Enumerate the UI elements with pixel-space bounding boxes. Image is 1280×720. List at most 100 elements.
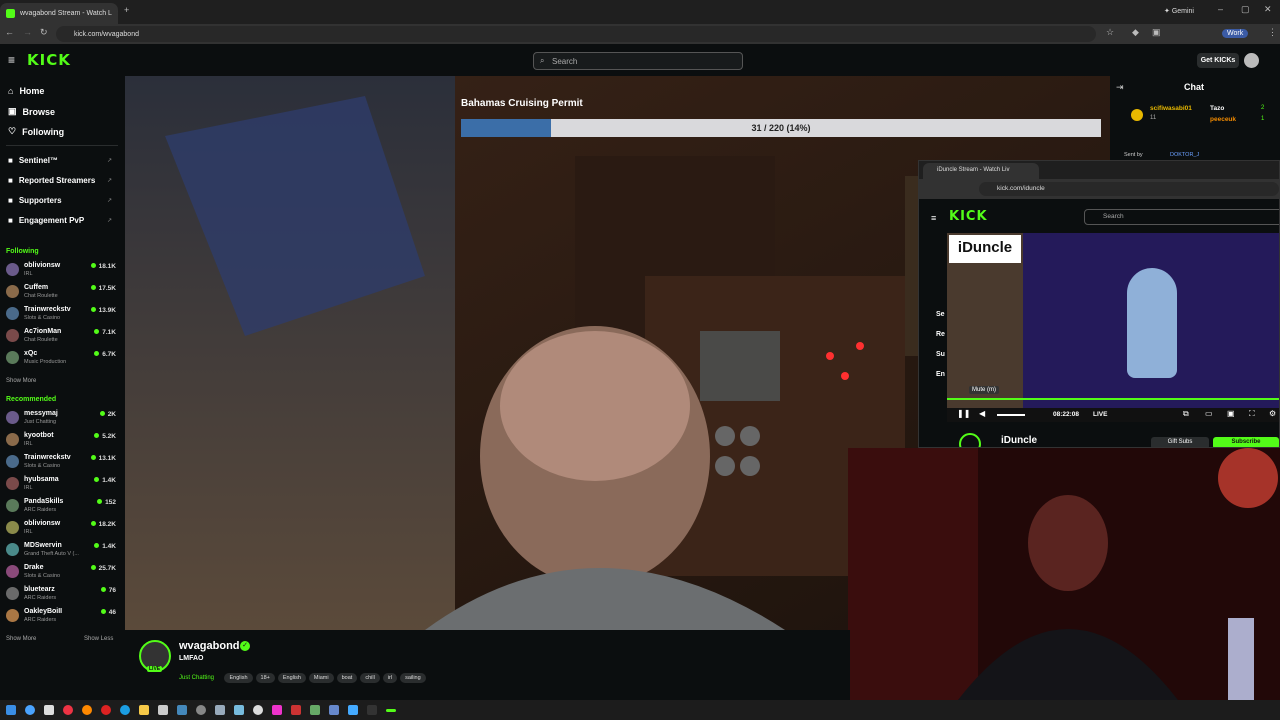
channel-list-item[interactable]: messymaj Just Chatting 2K [6,408,118,428]
clip-icon[interactable]: ⧉ [1183,409,1189,419]
inner-sidebar-item[interactable]: Se [936,311,945,318]
show-more-button[interactable]: Show More [6,636,36,642]
inner-search-input[interactable]: Search [1084,209,1279,225]
pause-icon[interactable]: ❚❚ [957,409,970,418]
theater-icon[interactable]: ▭ [1205,409,1213,418]
stream-tag[interactable]: English [277,673,306,683]
reload-icon[interactable]: ↻ [40,27,48,38]
maximize-icon[interactable]: ▢ [1241,4,1250,15]
inner-kick-logo[interactable]: KICK [949,209,988,224]
firefox-icon[interactable] [82,705,92,715]
new-tab-button[interactable]: + [124,5,129,15]
sidebar-item-supporters[interactable]: ■ Supporters [8,196,62,205]
channel-list-item[interactable]: oblivionsw IRL 18.1K [6,260,118,280]
channel-name[interactable]: wvagabond [179,640,240,652]
app-icon[interactable] [367,705,377,715]
channel-list-item[interactable]: Ac7ionMan Chat Roulette 7.1K [6,326,118,346]
app-icon[interactable] [329,705,339,715]
stream-tag[interactable]: sailing [400,673,426,683]
windows-start-icon[interactable] [6,705,16,715]
stream-tag[interactable]: chill [360,673,380,683]
inner-omnibox[interactable]: kick.com/iduncle [979,182,1279,196]
channel-list-item[interactable]: hyubsama IRL 1.4K [6,474,118,494]
sidebar-item-sentinel[interactable]: ■ Sentinel™ [8,156,58,165]
inner-sidebar-item[interactable]: En [936,371,945,378]
minimize-icon[interactable]: – [1218,4,1223,14]
channel-list-item[interactable]: Trainwreckstv Slots & Casino 13.1K [6,452,118,472]
stream-tag[interactable]: English [224,673,253,683]
opera-icon[interactable] [101,705,111,715]
inner-channel-name[interactable]: iDuncle [1001,435,1037,446]
notepad-icon[interactable] [158,705,168,715]
terminal-icon[interactable] [177,705,187,715]
inner-tab[interactable]: iDuncle Stream - Watch Liv [923,163,1039,179]
pip-icon[interactable]: ▣ [1227,409,1235,418]
settings-app-icon[interactable] [215,705,225,715]
inner-sidebar-item[interactable]: Re [936,331,945,338]
inner-progress-bar[interactable] [947,398,1279,400]
task-view-icon[interactable] [44,705,54,715]
sidebar-item-home[interactable]: ⌂ Home [8,86,44,96]
volume-slider[interactable] [997,414,1025,416]
kick-logo[interactable]: KICK [27,51,71,69]
clock-app-icon[interactable] [196,705,206,715]
back-icon[interactable]: ← [5,27,14,37]
kick-app-icon[interactable] [386,708,396,712]
app-icon[interactable] [291,705,301,715]
sidebar-item-following[interactable]: ♡ Following [8,126,64,137]
extension-icon[interactable]: ◆ [1132,27,1139,38]
gift-subs-button[interactable]: Gift Subs [1151,437,1209,447]
volume-icon[interactable]: ◀ [979,409,985,418]
stream-tag[interactable]: 18+ [255,673,275,683]
stream-tag[interactable]: irl [382,673,398,683]
edge-icon[interactable] [25,705,35,715]
search-input[interactable]: ⌕ Search [533,52,743,70]
gemini-button[interactable]: ✦ Gemini [1164,7,1194,15]
avatar[interactable] [1244,53,1259,68]
sidebar-item-browse[interactable]: ▣ Browse [8,106,55,117]
omnibox[interactable]: kick.com/wvagabond [56,26,1096,42]
chrome-icon[interactable] [63,705,73,715]
file-explorer-icon[interactable] [139,705,149,715]
app-icon[interactable] [348,705,358,715]
channel-list-item[interactable]: oblivionsw IRL 18.2K [6,518,118,538]
channel-list-item[interactable]: kyootbot IRL 5.2K [6,430,118,450]
channel-list-item[interactable]: MDSwervin Grand Theft Auto V (... 1.4K [6,540,118,560]
inner-video-player[interactable]: iDuncle Mute (m) [947,233,1279,408]
inner-channel-avatar[interactable] [959,433,981,447]
sidebar-item-reported[interactable]: ■ Reported Streamers [8,176,95,185]
get-kicks-button[interactable]: Get KICKs [1197,53,1239,68]
edge-beta-icon[interactable] [120,705,130,715]
inner-sidebar-item[interactable]: Su [936,351,945,358]
subscribe-button[interactable]: Subscribe [1213,437,1279,447]
app-icon[interactable] [310,705,320,715]
channel-list-item[interactable]: Cuffem Chat Roulette 17.5K [6,282,118,302]
forward-icon[interactable]: → [23,27,32,37]
app-icon[interactable] [272,705,282,715]
category-link[interactable]: Just Chatting [179,675,214,681]
collapse-chat-icon[interactable]: ⇥ [1116,82,1124,93]
stream-tag[interactable]: boat [336,673,358,683]
channel-list-item[interactable]: OakleyBoiII ARC Raiders 46 [6,606,118,626]
browser-tab[interactable]: wvagabond Stream - Watch L ✕ [0,3,118,24]
steam-icon[interactable] [253,705,263,715]
channel-list-item[interactable]: PandaSkills ARC Raiders 152 [6,496,118,516]
menu-dots-icon[interactable]: ⋮ [1268,27,1277,38]
channel-list-item[interactable]: bluetearz ARC Raiders 76 [6,584,118,604]
hamburger-menu-icon[interactable]: ≡ [8,53,15,67]
close-icon[interactable]: ✕ [117,10,118,18]
puzzle-icon[interactable]: ▣ [1152,27,1161,38]
settings-gear-icon[interactable]: ⚙ [1269,409,1276,418]
channel-list-item[interactable]: xQc Music Production 6.7K [6,348,118,368]
channel-list-item[interactable]: Trainwreckstv Slots & Casino 13.9K [6,304,118,324]
gifter-name[interactable]: peeceuk [1210,116,1236,123]
show-less-button[interactable]: Show Less [84,636,113,642]
show-more-button[interactable]: Show More [6,378,36,384]
inner-menu-icon[interactable]: ≡ [931,213,936,223]
fullscreen-icon[interactable]: ⛶ [1249,409,1255,419]
channel-list-item[interactable]: Drake Slots & Casino 25.7K [6,562,118,582]
stream-tag[interactable]: Miami [308,673,334,683]
close-window-icon[interactable]: ✕ [1264,4,1272,15]
pinned-user[interactable]: DOKTOR_J [1170,152,1199,158]
gifter-name[interactable]: scifiwasabi01 [1150,105,1192,112]
